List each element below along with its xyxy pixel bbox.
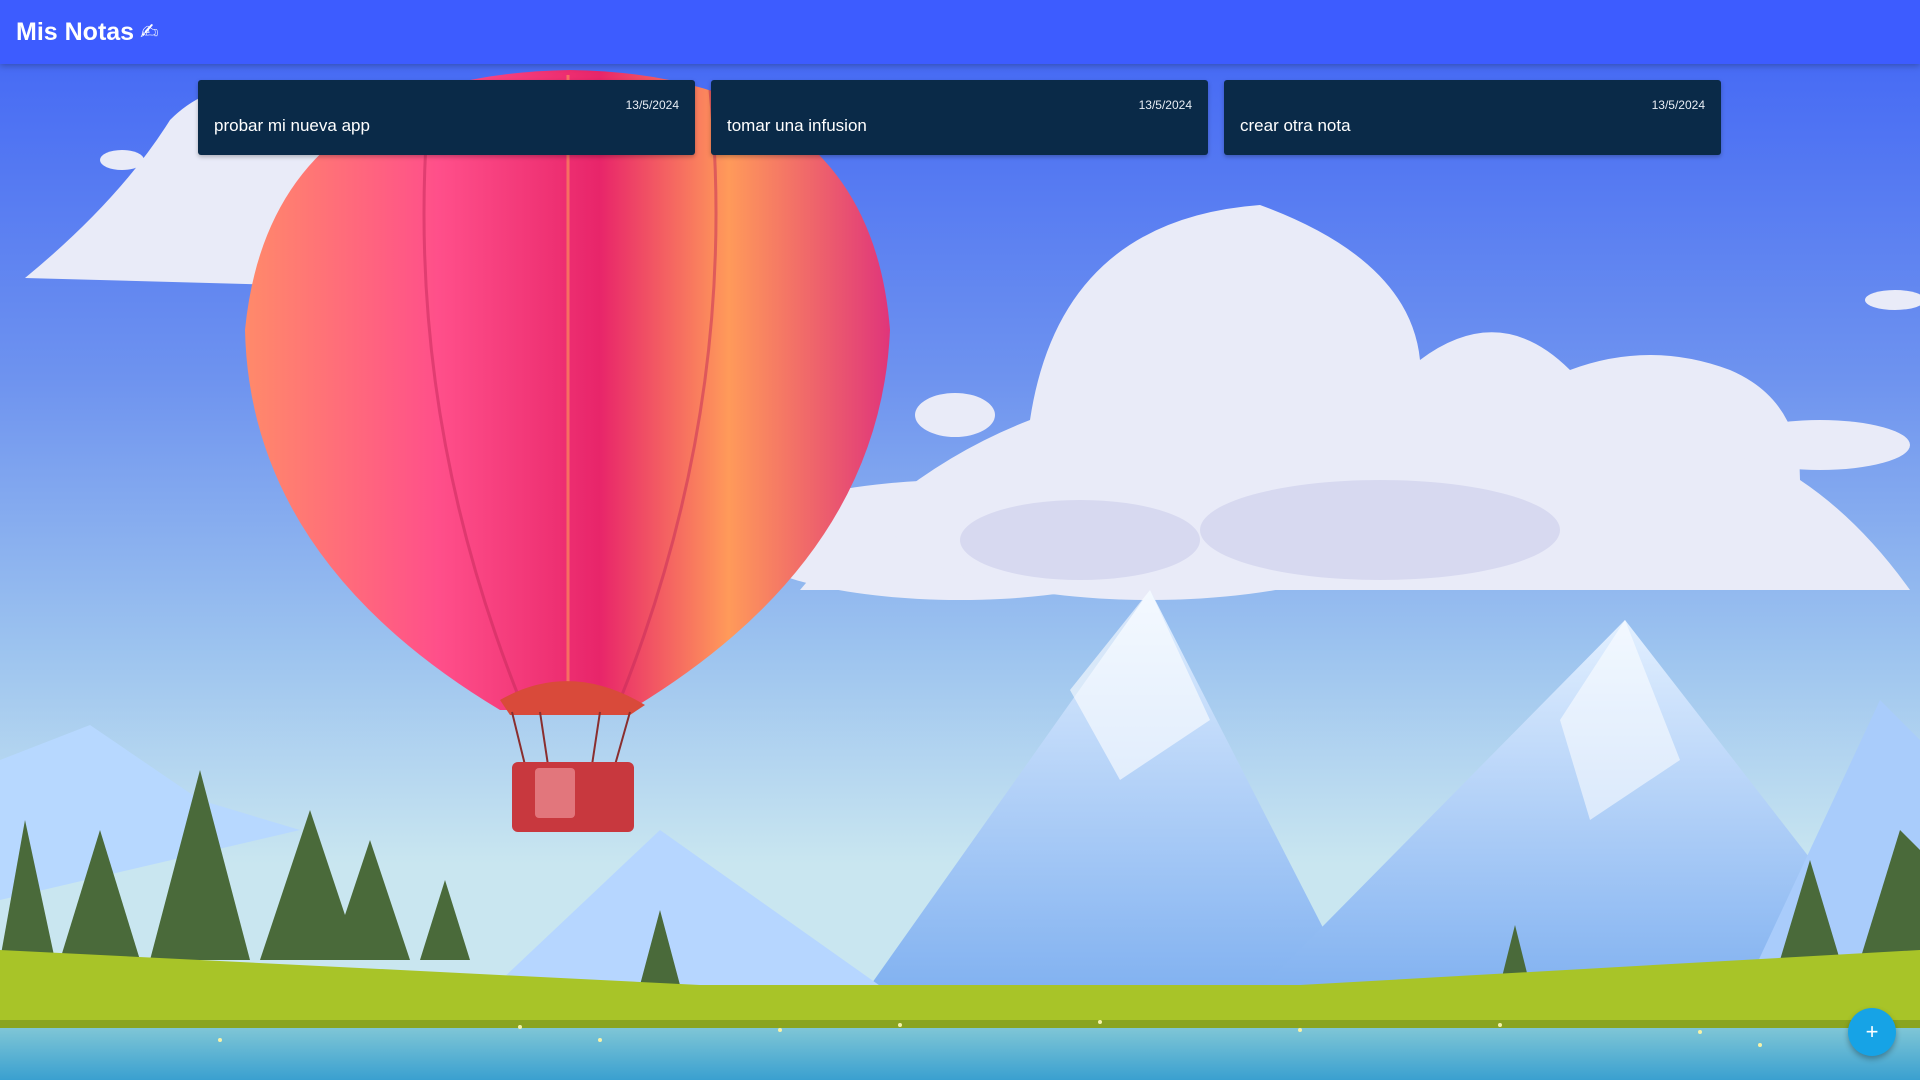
note-date: 13/5/2024 <box>1651 98 1705 112</box>
note-card[interactable]: 13/5/2024 probar mi nueva app <box>198 80 695 155</box>
note-text: tomar una infusion <box>727 116 867 135</box>
note-text: crear otra nota <box>1240 116 1351 135</box>
plus-icon: + <box>1865 1019 1879 1044</box>
app-header: Mis Notas ✍ <box>0 0 1920 64</box>
note-text: probar mi nueva app <box>214 116 370 135</box>
add-note-button[interactable]: + <box>1848 1008 1896 1056</box>
writing-hand-icon: ✍ <box>140 19 159 44</box>
app-title: Mis Notas ✍ <box>16 18 159 47</box>
note-card[interactable]: 13/5/2024 tomar una infusion <box>711 80 1208 155</box>
note-date: 13/5/2024 <box>625 98 679 112</box>
background-illustration <box>0 0 1920 1080</box>
notes-list: 13/5/2024 probar mi nueva app 13/5/2024 … <box>198 80 1721 155</box>
app-title-text: Mis Notas <box>16 17 135 46</box>
note-card[interactable]: 13/5/2024 crear otra nota <box>1224 80 1721 155</box>
note-date: 13/5/2024 <box>1138 98 1192 112</box>
